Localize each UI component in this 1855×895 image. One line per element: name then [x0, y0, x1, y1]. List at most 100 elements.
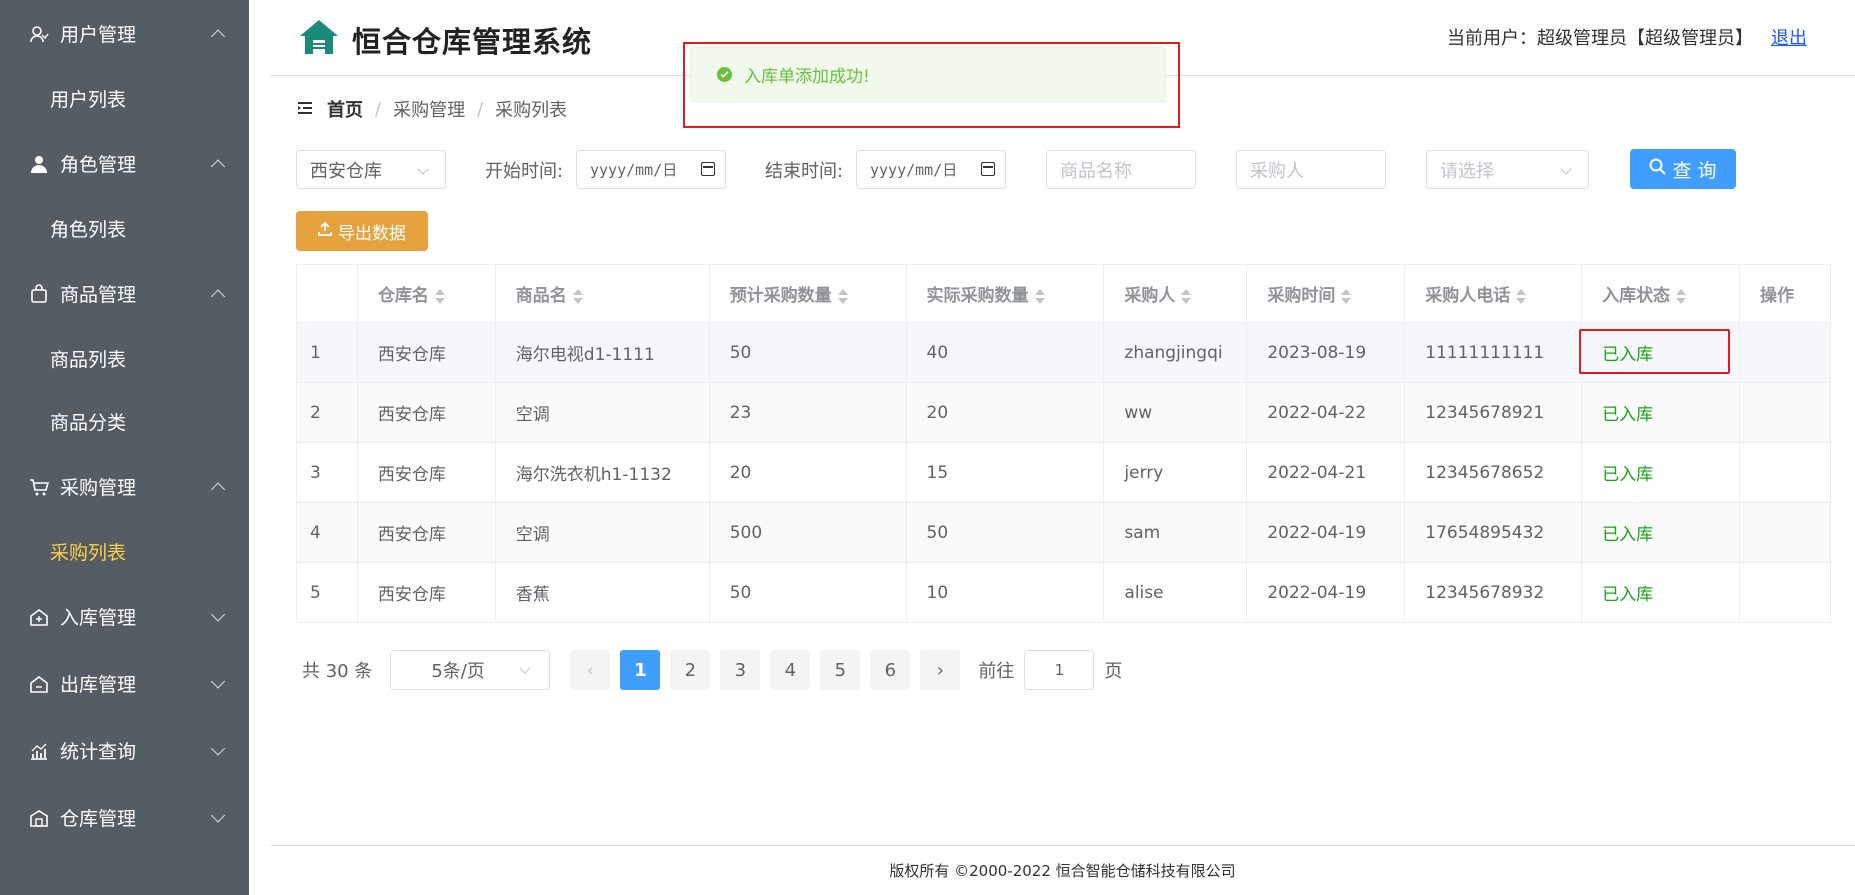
- header-label: 预计采购数量: [729, 286, 832, 306]
- table-header[interactable]: 商品名: [495, 264, 710, 323]
- table-cell-date: 2023-08-19: [1246, 322, 1406, 383]
- sort-icon[interactable]: [572, 288, 583, 304]
- sort-icon[interactable]: [837, 288, 848, 304]
- menu-user-management[interactable]: 用户管理: [0, 0, 249, 67]
- status-select-placeholder: 请选择: [1440, 160, 1494, 182]
- table-header[interactable]: 采购人: [1103, 264, 1248, 323]
- product-name-input[interactable]: 商品名称: [1046, 150, 1196, 189]
- chevron-down-icon: [210, 673, 226, 689]
- sort-icon[interactable]: [1676, 288, 1687, 304]
- sort-icon[interactable]: [1181, 288, 1192, 304]
- table-header[interactable]: 仓库名: [357, 264, 496, 323]
- breadcrumb: 首页 / 采购管理 / 采购列表: [297, 96, 567, 122]
- menu-inbound-management[interactable]: 入库管理: [0, 583, 249, 650]
- table-header[interactable]: 预计采购数量: [709, 264, 907, 323]
- menu-item-product-list[interactable]: 商品列表: [0, 327, 249, 390]
- calendar-icon[interactable]: [981, 162, 995, 176]
- menu-item-role-list[interactable]: 角色列表: [0, 197, 249, 260]
- table-header[interactable]: 入库状态: [1581, 264, 1741, 323]
- page-button[interactable]: 6: [870, 650, 911, 690]
- page-button[interactable]: 5: [820, 650, 861, 690]
- table-cell-phone: 11111111111: [1404, 322, 1583, 383]
- page-button[interactable]: 3: [720, 650, 761, 690]
- start-date-input[interactable]: yyyy/mm/日: [576, 150, 726, 189]
- table-header-actions: 操作: [1739, 264, 1831, 323]
- warehouse-select-value: 西安仓库: [310, 160, 382, 182]
- next-page-button[interactable]: ›: [920, 650, 961, 690]
- header-label: 入库状态: [1602, 286, 1671, 306]
- cart-icon: [28, 476, 50, 498]
- table-cell-warehouse: 西安仓库: [357, 562, 496, 623]
- page-suffix: 页: [1104, 661, 1123, 682]
- product-name-placeholder: 商品名称: [1060, 160, 1132, 182]
- table-header[interactable]: 采购时间: [1246, 264, 1406, 323]
- chevron-up-icon: [210, 481, 226, 497]
- buyer-placeholder: 采购人: [1250, 160, 1304, 182]
- prev-page-button[interactable]: ‹: [570, 650, 611, 690]
- menu-purchase-management[interactable]: 采购管理: [0, 453, 249, 520]
- menu-item-purchase-list[interactable]: 采购列表: [0, 520, 249, 583]
- menu-warehouse-management[interactable]: 仓库管理: [0, 784, 249, 851]
- menu-label: 商品管理: [60, 284, 137, 306]
- menu-fold-icon[interactable]: [297, 99, 313, 120]
- success-check-icon: [717, 67, 732, 82]
- header-label: 商品名: [515, 286, 567, 306]
- user-icon: [28, 23, 50, 45]
- table-header[interactable]: 实际采购数量: [906, 264, 1105, 323]
- table-cell-status: 已入库: [1581, 502, 1741, 563]
- export-button[interactable]: 导出数据: [296, 211, 428, 251]
- menu-item-product-category[interactable]: 商品分类: [0, 390, 249, 453]
- success-toast: 入库单添加成功!: [690, 47, 1166, 102]
- status-select[interactable]: 请选择: [1426, 150, 1589, 189]
- menu-role-management[interactable]: 角色管理: [0, 130, 249, 197]
- end-date-input[interactable]: yyyy/mm/日: [856, 150, 1006, 189]
- header-label: 仓库名: [377, 286, 429, 306]
- chevron-up-icon: [210, 158, 226, 174]
- table-header[interactable]: 采购人电话: [1404, 264, 1583, 323]
- start-time-label: 开始时间:: [485, 161, 564, 182]
- menu-outbound-management[interactable]: 出库管理: [0, 650, 249, 717]
- end-time-label: 结束时间:: [765, 161, 844, 182]
- chevron-down-icon: [210, 606, 226, 622]
- table-header-index: [296, 264, 358, 323]
- table-cell-buyer: zhangjingqi: [1103, 322, 1248, 383]
- page-button[interactable]: 1: [620, 650, 661, 690]
- table-cell-actual-qty: 50: [906, 502, 1105, 563]
- warehouse-select[interactable]: 西安仓库: [296, 150, 446, 189]
- menu-product-management[interactable]: 商品管理: [0, 260, 249, 327]
- table-cell-date: 2022-04-19: [1246, 562, 1406, 623]
- sort-icon[interactable]: [1341, 288, 1352, 304]
- table-row[interactable]: 3 西安仓库 海尔洗衣机h1-1132 20 15 jerry 2022-04-…: [296, 442, 1831, 503]
- table-row[interactable]: 5 西安仓库 香蕉 50 10 alise 2022-04-19 1234567…: [296, 562, 1831, 623]
- menu-statistics-query[interactable]: 统计查询: [0, 717, 249, 784]
- table-cell-actual-qty: 40: [906, 322, 1105, 383]
- table-cell-expected-qty: 500: [709, 502, 907, 563]
- breadcrumb-level2: 采购列表: [495, 100, 568, 121]
- table-cell-phone: 12345678652: [1404, 442, 1583, 503]
- page-button[interactable]: 2: [670, 650, 711, 690]
- breadcrumb-home[interactable]: 首页: [327, 96, 363, 122]
- page-button[interactable]: 4: [770, 650, 811, 690]
- sort-icon[interactable]: [1516, 288, 1527, 304]
- table-row[interactable]: 4 西安仓库 空调 500 50 sam 2022-04-19 17654895…: [296, 502, 1831, 563]
- table-cell-phone: 17654895432: [1404, 502, 1583, 563]
- buyer-input[interactable]: 采购人: [1236, 150, 1386, 189]
- goto-page-input[interactable]: 1: [1024, 650, 1095, 690]
- chevron-up-icon: [210, 28, 226, 44]
- table-cell-date: 2022-04-21: [1246, 442, 1406, 503]
- header-label: 采购人电话: [1425, 286, 1511, 306]
- table-cell-phone: 12345678932: [1404, 562, 1583, 623]
- sort-icon[interactable]: [1034, 288, 1045, 304]
- calendar-icon[interactable]: [701, 162, 715, 176]
- sort-icon[interactable]: [434, 288, 445, 304]
- table-cell-warehouse: 西安仓库: [357, 382, 496, 443]
- table-row[interactable]: 2 西安仓库 空调 23 20 ww 2022-04-22 1234567892…: [296, 382, 1831, 443]
- export-button-label: 导出数据: [338, 223, 406, 244]
- menu-item-user-list[interactable]: 用户列表: [0, 67, 249, 130]
- query-button[interactable]: 查 询: [1630, 149, 1736, 189]
- menu-label: 统计查询: [60, 741, 137, 763]
- page-size-select[interactable]: 5条/页: [390, 650, 551, 690]
- table-cell-index: 5: [296, 562, 358, 623]
- table-cell-actions: [1739, 382, 1831, 443]
- logout-link[interactable]: 退出: [1771, 24, 1807, 50]
